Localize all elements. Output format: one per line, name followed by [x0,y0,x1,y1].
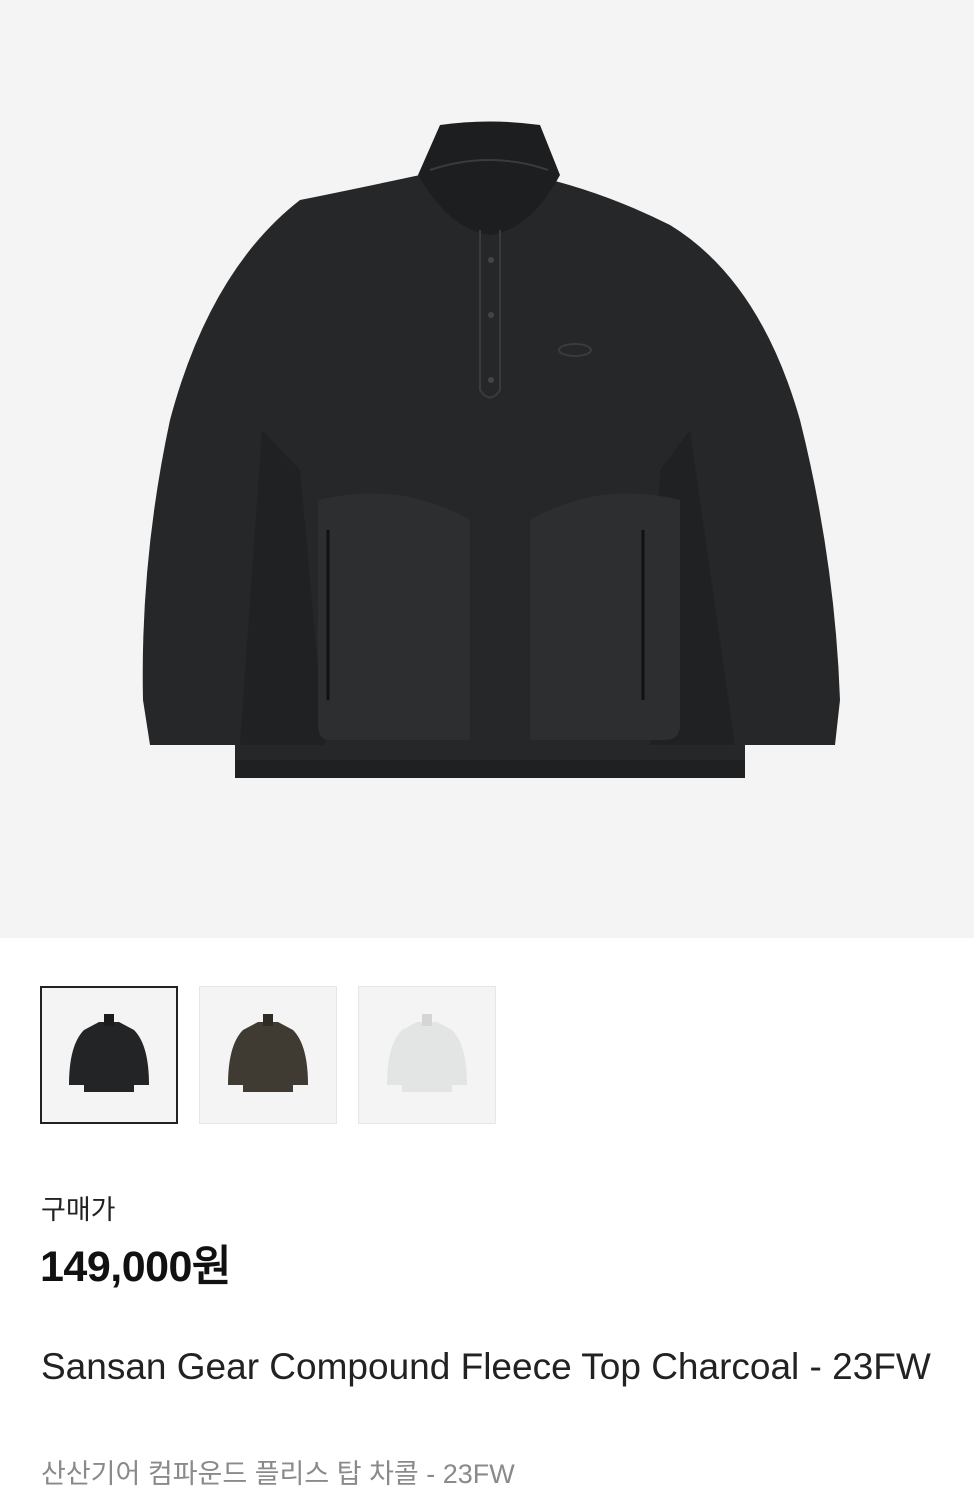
fleece-top-charcoal-icon [69,1014,149,1092]
price-label: 구매가 [41,1195,116,1225]
thumbnail-light-gray[interactable] [358,986,496,1124]
main-product-image[interactable] [0,0,974,938]
price-value: 149,000원 [40,1243,232,1291]
fleece-top-brown-icon [228,1014,308,1092]
product-title-english: Sansan Gear Compound Fleece Top Charcoal… [41,1346,931,1387]
product-title-korean: 산산기어 컴파운드 플리스 탑 차콜 - 23FW [41,1459,515,1489]
thumbnail-list [40,986,496,1124]
thumbnail-charcoal[interactable] [40,986,178,1124]
thumbnail-brown[interactable] [199,986,337,1124]
fleece-top-icon [142,121,840,778]
fleece-top-light-gray-icon [387,1014,467,1092]
